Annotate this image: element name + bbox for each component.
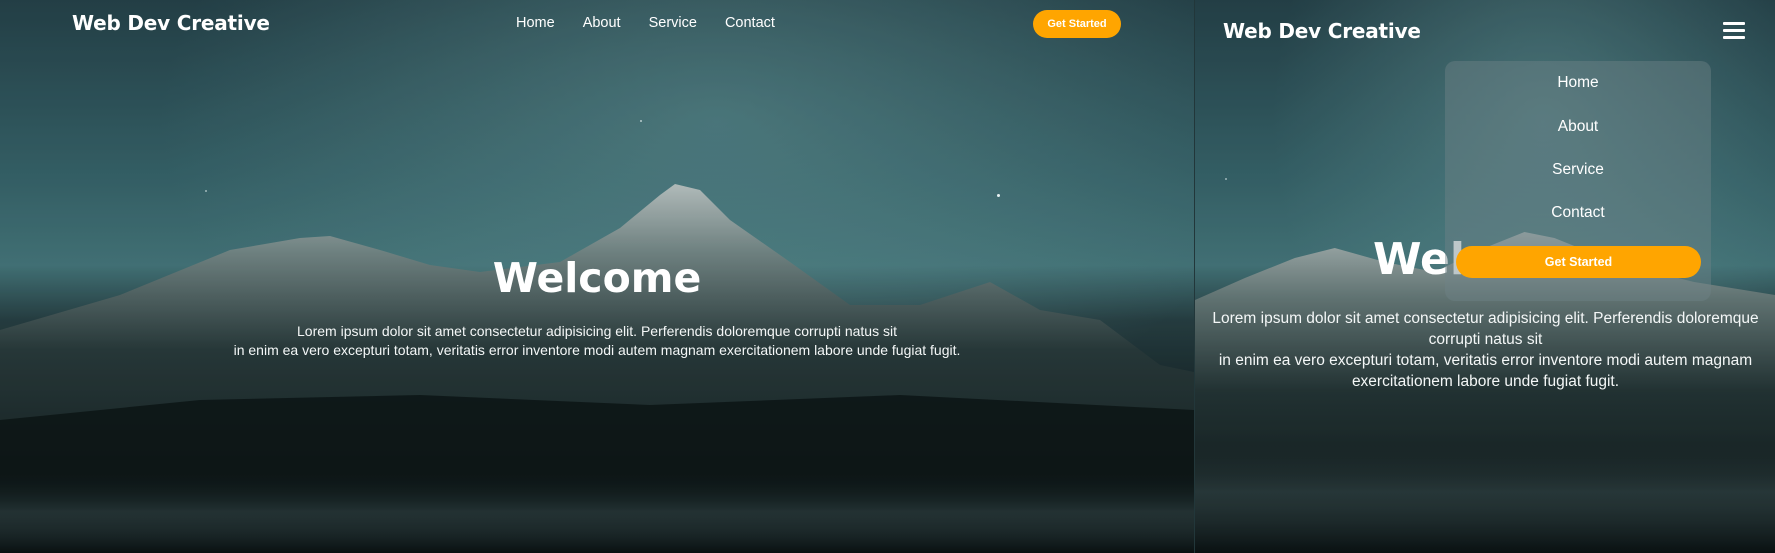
desktop-view: Web Dev Creative Home About Service Cont… xyxy=(0,0,1194,553)
menu-item-about[interactable]: About xyxy=(1445,118,1711,136)
hero-description-line: Lorem ipsum dolor sit amet consectetur a… xyxy=(297,323,897,339)
menu-item-service[interactable]: Service xyxy=(1445,161,1711,179)
star xyxy=(640,120,642,122)
hero-description-line: corrupti natus sit xyxy=(1428,331,1543,348)
mobile-view: Web Dev Creative Welcome Home About Serv… xyxy=(1194,0,1775,553)
menu-item-contact[interactable]: Contact xyxy=(1445,204,1711,222)
main-nav: Home About Service Contact xyxy=(516,15,775,31)
mobile-nav-menu: Home About Service Contact Get Started xyxy=(1445,61,1711,301)
nav-about[interactable]: About xyxy=(583,15,621,31)
hero-description: Lorem ipsum dolor sit amet consectetur a… xyxy=(0,322,1194,359)
hero-description-line: in enim ea vero excepturi totam, veritat… xyxy=(233,341,961,358)
hero-description-line: exercitationem labore unde fugiat fugit. xyxy=(1351,373,1620,390)
nav-home[interactable]: Home xyxy=(516,15,555,31)
hero-title: Welcome xyxy=(492,254,702,302)
nav-service[interactable]: Service xyxy=(649,15,697,31)
hamburger-icon[interactable] xyxy=(1723,22,1745,40)
star xyxy=(1225,178,1227,180)
hero-description: Lorem ipsum dolor sit amet consectetur a… xyxy=(1195,308,1775,392)
star xyxy=(997,194,1000,197)
nav-contact[interactable]: Contact xyxy=(725,15,775,31)
menu-item-home[interactable]: Home xyxy=(1445,74,1711,92)
brand-logo[interactable]: Web Dev Creative xyxy=(72,11,270,35)
get-started-button[interactable]: Get Started xyxy=(1456,246,1701,278)
brand-logo[interactable]: Web Dev Creative xyxy=(1223,19,1421,43)
hero-description-line: in enim ea vero excepturi totam, veritat… xyxy=(1218,352,1753,369)
get-started-button[interactable]: Get Started xyxy=(1033,10,1121,38)
star xyxy=(205,190,207,192)
hero-description-line: Lorem ipsum dolor sit amet consectetur a… xyxy=(1212,310,1759,327)
